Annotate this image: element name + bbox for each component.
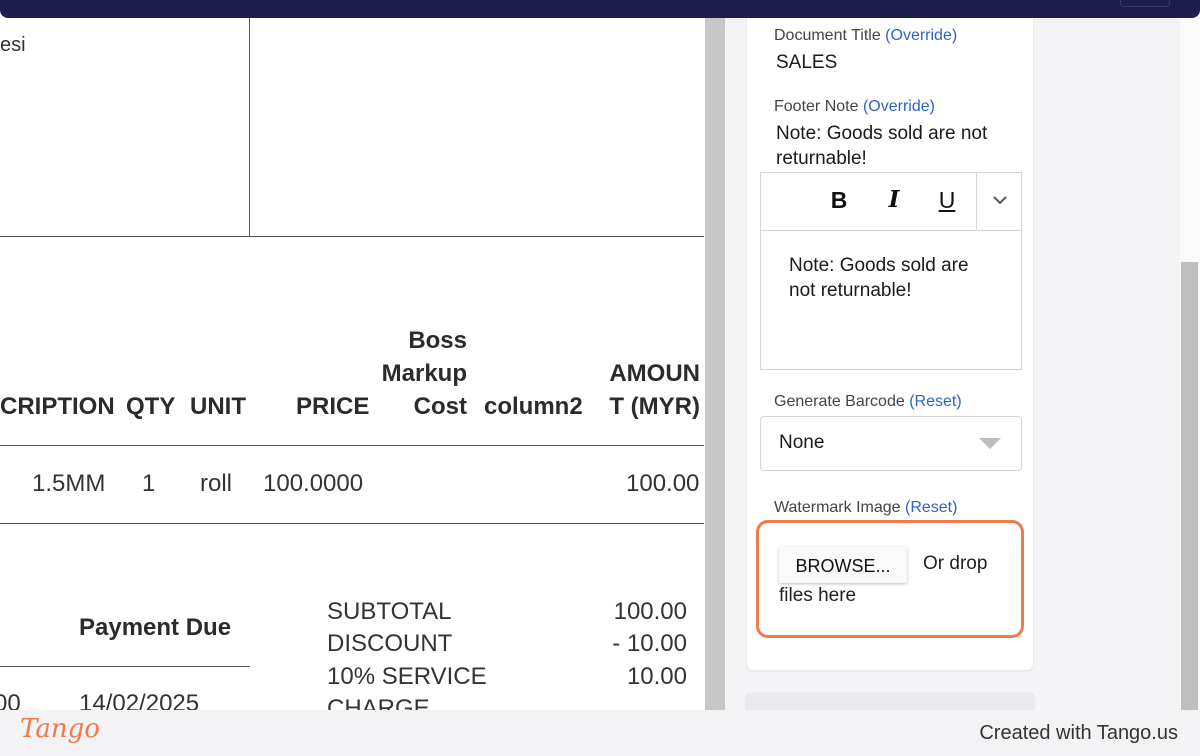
total-value: 10.00	[626, 663, 687, 690]
tango-credit: Created with Tango.us	[979, 722, 1178, 744]
total-label: CHARGE	[327, 695, 430, 710]
amount-line-2: T (MYR)	[609, 393, 700, 420]
payment-due-date: 14/02/2025	[79, 690, 200, 710]
drop-hint: Or drop	[923, 553, 988, 574]
boss-line-1: Boss	[408, 327, 467, 354]
col-header-price: PRICE	[296, 393, 370, 420]
footer-note-label-text: Footer Note	[774, 98, 859, 115]
boss-line-2: Markup	[381, 360, 467, 387]
amount-line-1: AMOUN	[609, 360, 700, 387]
footer-note-label: Footer Note (Override)	[774, 98, 935, 116]
barcode-select[interactable]: None	[760, 416, 1022, 471]
divider	[0, 236, 704, 237]
editor-toolbar: B I U	[761, 173, 1021, 231]
document-scrollbar[interactable]	[705, 18, 725, 710]
payment-due-label: Payment Due	[79, 614, 232, 641]
payment-due-prefix: 00	[0, 690, 21, 710]
divider	[0, 666, 250, 667]
divider	[0, 445, 704, 446]
footer-note-line: Note: Goods sold are not	[776, 123, 988, 144]
divider	[0, 523, 704, 524]
document-preview: esi CRIPTION QTY UNIT PRICE Boss Markup …	[0, 18, 705, 710]
top-bar	[0, 0, 1200, 18]
top-bar-button[interactable]	[1120, 0, 1170, 7]
document-title-label: Document Title (Override)	[774, 27, 957, 45]
cell-price: 100.0000	[263, 470, 364, 497]
barcode-select-value: None	[779, 432, 825, 453]
total-value: - 10.00	[612, 630, 687, 657]
col-header-unit: UNIT	[190, 393, 246, 420]
col-header-column2: column2	[484, 393, 583, 420]
generate-barcode-label-text: Generate Barcode	[774, 393, 905, 410]
underline-button[interactable]: U	[932, 185, 962, 215]
generate-barcode-label: Generate Barcode (Reset)	[774, 393, 962, 411]
footer-note-editor[interactable]: B I U Note: Goods sold are not returnabl…	[760, 172, 1022, 370]
col-header-amount: AMOUN T (MYR)	[600, 357, 700, 423]
footer-note-value: Note: Goods sold are not returnable!	[776, 121, 987, 171]
total-label: DISCOUNT	[327, 630, 453, 657]
page-scrollbar-thumb[interactable]	[1181, 262, 1198, 710]
browse-button[interactable]: BROWSE...	[779, 547, 907, 583]
editor-content[interactable]: Note: Goods sold are not returnable!	[789, 253, 989, 303]
document-title-override-link[interactable]: (Override)	[885, 27, 957, 44]
col-header-qty: QTY	[126, 393, 176, 420]
document-title-label-text: Document Title	[774, 27, 881, 44]
cell-description: 1.5MM	[32, 470, 106, 497]
watermark-dropzone[interactable]: BROWSE... Or drop files here	[756, 520, 1024, 638]
watermark-label-text: Watermark Image	[774, 499, 901, 516]
chevron-down-icon[interactable]	[991, 191, 1009, 214]
generate-barcode-reset-link[interactable]: (Reset)	[909, 393, 961, 410]
tango-footer: Tango Created with Tango.us	[0, 710, 1200, 756]
boss-line-3: Cost	[413, 393, 467, 420]
col-header-boss-markup: Boss Markup Cost	[380, 324, 467, 423]
total-label: 10% SERVICE	[327, 663, 487, 690]
footer-note-line: returnable!	[776, 148, 867, 169]
cell-amount: 100.00	[626, 470, 700, 497]
cell-qty: 1	[142, 470, 156, 497]
total-value: 100.00	[613, 598, 687, 625]
editor-line: not returnable!	[789, 280, 912, 301]
footer-note-override-link[interactable]: (Override)	[863, 98, 935, 115]
watermark-reset-link[interactable]: (Reset)	[905, 499, 957, 516]
editor-line: Note: Goods sold are	[789, 255, 969, 276]
watermark-label: Watermark Image (Reset)	[774, 499, 957, 517]
document-title-value: SALES	[776, 52, 838, 73]
divider	[249, 18, 250, 236]
dropdown-arrow-icon	[979, 438, 1001, 449]
drop-hint: files here	[779, 585, 857, 606]
col-header-description: CRIPTION	[0, 393, 115, 420]
total-label: SUBTOTAL	[327, 598, 452, 625]
partial-text: esi	[0, 34, 26, 56]
tango-logo: Tango	[20, 714, 100, 744]
cell-unit: roll	[200, 470, 233, 497]
italic-button[interactable]: I	[879, 185, 909, 215]
toolbar-divider	[976, 173, 977, 230]
bold-button[interactable]: B	[824, 185, 854, 215]
